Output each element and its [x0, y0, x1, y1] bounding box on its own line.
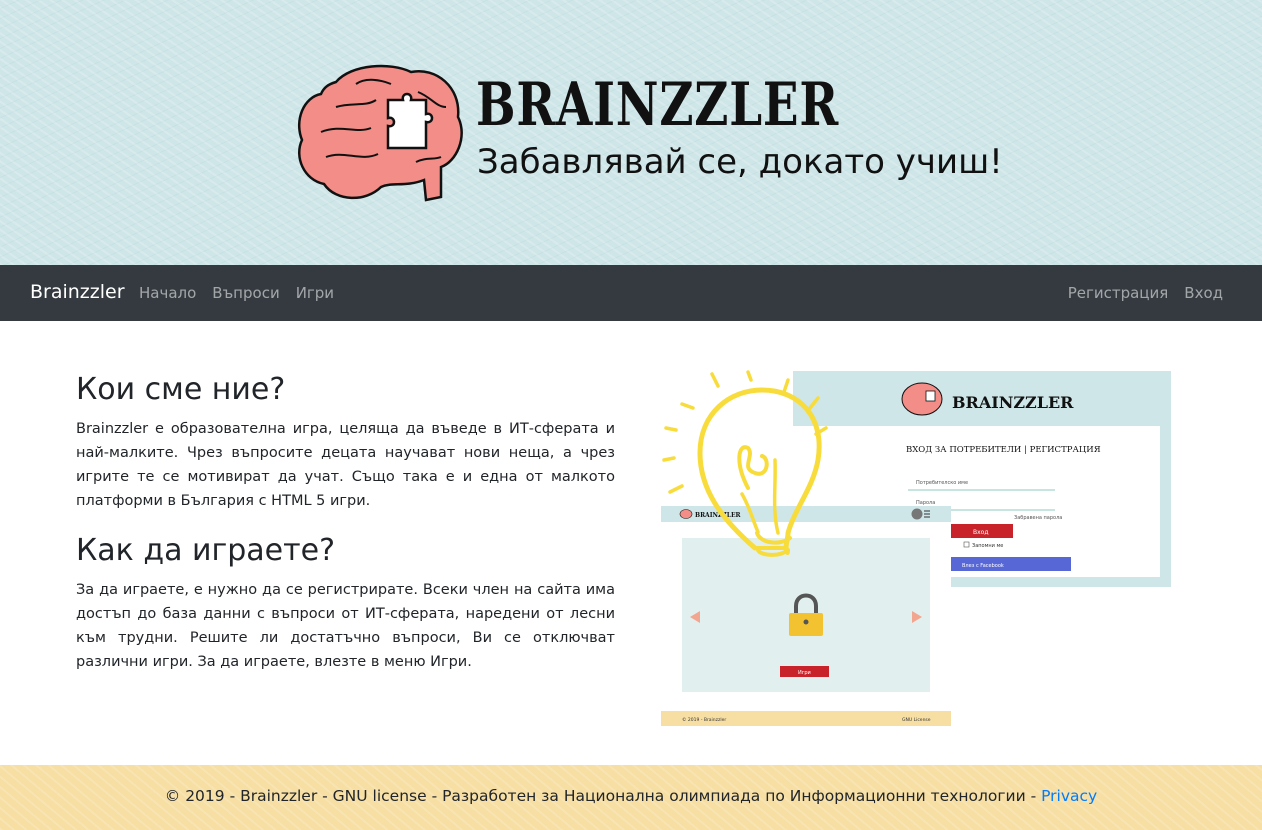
about-paragraph: Brainzzler е образователна игра, целяща … — [76, 421, 615, 509]
mock-avatar-icon — [911, 508, 923, 520]
brain-puzzle-logo-icon — [297, 64, 463, 202]
brand-title: BRAINZZLER — [476, 70, 840, 140]
mock-facebook-label: Влез с Facebook — [962, 563, 1004, 569]
nav-item-home[interactable]: Начало — [139, 284, 196, 302]
mock-remember-label: Запомни ме — [972, 543, 1003, 549]
about-heading: Кои сме ние? — [76, 372, 286, 407]
mock-games-button-label: Игри — [798, 670, 811, 676]
footer: © 2019 - Brainzzler - GNU license - Разр… — [0, 765, 1262, 830]
howto-heading: Как да играете? — [76, 533, 335, 568]
mock-username-label: Потребителско име — [916, 480, 968, 486]
site-preview-illustration: BRAINZZLER ВХОД ЗА ПОТРЕБИТЕЛИ | РЕГИСТР… — [661, 370, 1171, 728]
howto-paragraph: За да играете, е нужно да се регистрират… — [76, 582, 615, 670]
header-banner: BRAINZZLER Забавлявай се, докато учиш! — [0, 0, 1262, 265]
mock-password-label: Парола — [916, 500, 935, 506]
mock-brain-icon — [901, 382, 943, 416]
mock-brand-title: BRAINZZLER — [952, 393, 1074, 412]
nav-left-group: Начало Въпроси Игри — [139, 284, 334, 302]
footer-text: © 2019 - Brainzzler - GNU license - Разр… — [164, 787, 1042, 805]
mock-login-heading: ВХОД ЗА ПОТРЕБИТЕЛИ | РЕГИСТРАЦИЯ — [906, 445, 1101, 455]
brand-tagline: Забавлявай се, докато учиш! — [477, 142, 1003, 182]
mock-footer-right: GNU License — [902, 717, 931, 723]
nav-item-games[interactable]: Игри — [296, 284, 334, 302]
nav-item-register[interactable]: Регистрация — [1068, 284, 1169, 302]
main-content: Кои сме ние? Brainzzler е образователна … — [76, 372, 615, 694]
nav-item-questions[interactable]: Въпроси — [212, 284, 279, 302]
nav-item-login[interactable]: Вход — [1184, 284, 1223, 302]
games-screenshot-mock: BRAINZZLER Игри © 2019 - Brainzzler GNU … — [661, 506, 951, 728]
privacy-link[interactable]: Privacy — [1041, 787, 1097, 805]
mock-login-button-label: Вход — [973, 529, 989, 536]
mock-games-brand: BRAINZZLER — [695, 512, 742, 519]
navbar: Brainzzler Начало Въпроси Игри Регистрац… — [0, 265, 1262, 321]
mock-footer-left: © 2019 - Brainzzler — [682, 716, 726, 723]
nav-right-group: Регистрация Вход — [1068, 284, 1223, 302]
navbar-brand[interactable]: Brainzzler — [30, 281, 125, 303]
mock-forgot-label: Забравена парола — [1014, 515, 1062, 521]
